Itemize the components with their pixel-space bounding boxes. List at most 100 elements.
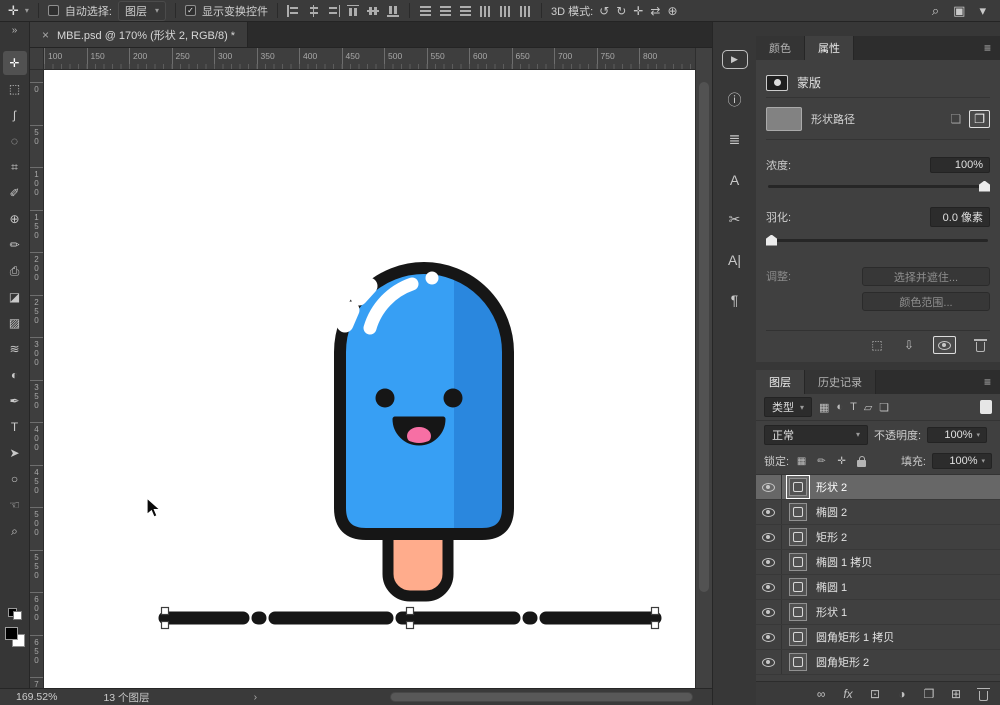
auto-select-checkbox[interactable] [47, 5, 59, 16]
character-icon[interactable]: A| [724, 250, 746, 269]
layer-visibility-toggle[interactable] [756, 475, 782, 499]
vector-mask-icon[interactable]: ❐ [969, 109, 990, 128]
pixel-mask-icon[interactable]: ❏ [950, 112, 961, 126]
layer-row[interactable]: 形状 2 [756, 475, 1000, 500]
layer-name[interactable]: 圆角矩形 1 拷贝 [816, 629, 894, 645]
density-slider-knob[interactable] [979, 180, 990, 192]
layer-thumbnail[interactable] [789, 603, 807, 621]
layer-visibility-toggle[interactable] [756, 625, 782, 649]
fill-value[interactable]: 100% ▾ [932, 453, 992, 469]
color-chips[interactable] [4, 626, 26, 648]
panel-tab[interactable]: 颜色 [756, 36, 805, 60]
workspace-chevron-icon[interactable]: ▾ [979, 3, 986, 19]
layer-visibility-toggle[interactable] [756, 600, 782, 624]
layer-row[interactable]: 椭圆 2 [756, 500, 1000, 525]
layer-visibility-toggle[interactable] [756, 525, 782, 549]
layer-name[interactable]: 椭圆 2 [816, 504, 847, 520]
layer-thumbnail[interactable] [789, 503, 807, 521]
adjustments-icon[interactable]: ≣ [724, 130, 746, 149]
filter-smart-object-icon[interactable]: ❏ [879, 401, 889, 414]
feather-slider-knob[interactable] [766, 234, 777, 246]
filter-toggle-icon[interactable] [980, 400, 992, 414]
layer-thumbnail[interactable] [786, 475, 810, 499]
layer-row[interactable]: 形状 1 [756, 600, 1000, 625]
distribute-left[interactable] [479, 5, 492, 17]
align-left[interactable] [287, 4, 300, 17]
info-icon[interactable]: ⓘ [724, 90, 746, 109]
search-icon[interactable]: ⌕ [932, 3, 939, 19]
panel-tab[interactable]: 属性 [805, 36, 854, 60]
horizontal-scrollbar-thumb[interactable] [390, 692, 693, 702]
lock-pixels-icon[interactable]: ✏ [815, 453, 828, 469]
layer-row[interactable]: 矩形 2 [756, 525, 1000, 550]
move-tool[interactable]: ✛ [2, 51, 27, 75]
filter-type-dropdown[interactable]: 类型 ▾ [764, 397, 813, 417]
roll-3d-icon[interactable]: ↻ [616, 4, 626, 18]
pan-3d-icon[interactable]: ✛ [633, 4, 643, 18]
filter-shape-icon[interactable]: ▱ [864, 401, 872, 414]
auto-select-target-dropdown[interactable]: 图层 ▾ [117, 0, 166, 21]
feather-value[interactable]: 0.0 像素 [930, 207, 990, 227]
quick-selection-tool[interactable]: ◌ [3, 129, 27, 153]
canvas-area[interactable] [44, 70, 695, 688]
hand-tool[interactable]: ☜ [3, 493, 27, 517]
status-chevron-icon[interactable]: › [254, 691, 258, 703]
layer-thumbnail[interactable] [789, 653, 807, 671]
active-tool-icon[interactable]: ✛ [8, 3, 19, 19]
blend-mode-dropdown[interactable]: 正常 ▾ [764, 424, 868, 445]
eraser-tool[interactable]: ◪ [3, 285, 27, 309]
filter-pixel-icon[interactable]: ▦ [819, 401, 829, 414]
layer-visibility-toggle[interactable] [756, 575, 782, 599]
layer-thumbnail[interactable] [789, 628, 807, 646]
layer-row[interactable]: 椭圆 1 拷贝 [756, 550, 1000, 575]
document-tab[interactable]: × MBE.psd @ 170% (形状 2, RGB/8) * [30, 22, 249, 47]
vertical-scrollbar[interactable] [695, 48, 712, 688]
zoom-level[interactable]: 169.52% [16, 691, 57, 703]
marquee-tool[interactable]: ⬚ [3, 77, 27, 101]
align-middle[interactable] [367, 5, 380, 17]
new-group-icon[interactable]: ❐ [922, 685, 936, 703]
density-value[interactable]: 100% [930, 157, 990, 173]
filter-adjustment-icon[interactable]: ◐ [836, 401, 843, 413]
shape-tool[interactable]: ○ [3, 467, 27, 491]
distribute-center[interactable] [499, 5, 512, 17]
distribute-top[interactable] [419, 5, 432, 17]
opacity-value[interactable]: 100% ▾ [927, 426, 988, 443]
vertical-scrollbar-thumb[interactable] [699, 82, 709, 592]
layer-name[interactable]: 形状 2 [816, 479, 847, 495]
slide-3d-icon[interactable]: ⇄ [650, 4, 660, 18]
add-layer-mask-icon[interactable]: ⊡ [868, 685, 882, 703]
load-selection-icon[interactable]: ⬚ [869, 336, 885, 354]
layer-visibility-toggle[interactable] [756, 500, 782, 524]
actions-icon[interactable]: ▶ [721, 50, 748, 69]
crop-tool[interactable]: ⌗ [3, 155, 27, 179]
layer-name[interactable]: 形状 1 [816, 604, 847, 620]
workspace-icon[interactable]: ▣ [953, 3, 965, 19]
delete-layer-icon[interactable] [976, 685, 990, 703]
type-tool[interactable]: T [3, 415, 27, 439]
scissors-icon[interactable]: ✂ [724, 210, 746, 229]
lock-position-icon[interactable]: ✛ [835, 453, 848, 469]
show-transform-checkbox[interactable]: ✓ [185, 5, 196, 16]
shape-path-thumbnail[interactable] [766, 106, 802, 131]
properties-button[interactable]: 选择并遮住... [862, 267, 990, 286]
layer-name[interactable]: 椭圆 1 [816, 579, 847, 595]
layer-thumbnail[interactable] [789, 553, 807, 571]
distribute-right[interactable] [519, 5, 532, 17]
layer-row[interactable]: 圆角矩形 1 拷贝 [756, 625, 1000, 650]
eyedropper-tool[interactable]: ✐ [3, 181, 27, 205]
brush-tool[interactable]: ✏ [3, 233, 27, 257]
align-top[interactable] [347, 4, 360, 17]
default-colors-icon[interactable] [7, 608, 22, 620]
layer-row[interactable]: 椭圆 1 [756, 575, 1000, 600]
path-selection-tool[interactable]: ➤ [3, 441, 27, 465]
distribute-bottom[interactable] [459, 5, 472, 17]
styles-icon[interactable]: A [724, 170, 746, 189]
pen-tool[interactable]: ✒ [3, 389, 27, 413]
layer-name[interactable]: 矩形 2 [816, 529, 847, 545]
tool-preset-chevron-icon[interactable]: ▾ [25, 6, 29, 15]
layer-thumbnail[interactable] [789, 578, 807, 596]
blur-tool[interactable]: ≋ [3, 337, 27, 361]
layer-row[interactable]: 圆角矩形 2 [756, 650, 1000, 675]
dodge-tool[interactable]: ◐ [3, 363, 27, 387]
